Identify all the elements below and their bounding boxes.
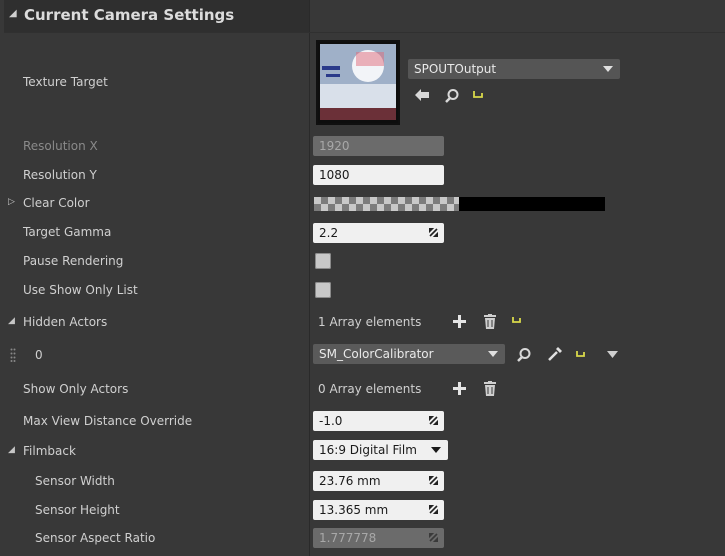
- show-only-actors-count: 0 Array elements: [318, 382, 422, 396]
- category-title: Current Camera Settings: [24, 6, 235, 24]
- trash-icon[interactable]: [483, 314, 497, 329]
- spin-arrows-icon[interactable]: [429, 228, 438, 237]
- use-selected-arrow-icon[interactable]: [414, 88, 430, 102]
- browse-search-icon[interactable]: [516, 347, 532, 363]
- sensor-height-value: 13.365 mm: [319, 503, 389, 517]
- show-only-actors-label: Show Only Actors: [23, 382, 129, 396]
- clear-color-alpha-swatch[interactable]: [314, 197, 459, 211]
- spin-arrows-icon[interactable]: [429, 505, 438, 514]
- reset-to-default-icon[interactable]: [511, 315, 521, 325]
- category-header[interactable]: ◢ Current Camera Settings: [4, 0, 309, 32]
- filmback-preset-value: 16:9 Digital Film: [319, 443, 417, 457]
- target-gamma-value: 2.2: [319, 226, 339, 240]
- hidden-actors-count: 1 Array elements: [318, 315, 422, 329]
- spin-arrows-icon[interactable]: [429, 476, 438, 485]
- chevron-down-icon: [603, 66, 613, 72]
- collapse-triangle-icon[interactable]: ◢: [9, 8, 17, 19]
- target-gamma-field[interactable]: 2.2: [313, 223, 444, 243]
- clear-color-label: Clear Color: [23, 196, 90, 210]
- texture-preview-art: [320, 44, 396, 120]
- max-view-distance-field[interactable]: -1.0: [313, 411, 444, 431]
- target-gamma-label: Target Gamma: [23, 225, 112, 239]
- column-divider[interactable]: [309, 0, 310, 556]
- sensor-height-label: Sensor Height: [35, 503, 120, 517]
- spin-arrows-icon: [429, 533, 438, 542]
- eyedropper-icon[interactable]: [547, 346, 563, 362]
- resolution-x-label: Resolution X: [23, 139, 98, 153]
- browse-search-icon[interactable]: [444, 88, 460, 104]
- array-index-label: 0: [35, 348, 43, 362]
- spin-arrows-icon[interactable]: [429, 416, 438, 425]
- chevron-down-icon: [488, 351, 498, 357]
- sensor-width-value: 23.76 mm: [319, 474, 381, 488]
- sensor-aspect-field: 1.777778: [313, 528, 444, 548]
- hidden-actors-label: Hidden Actors: [23, 315, 108, 329]
- sensor-height-field[interactable]: 13.365 mm: [313, 500, 444, 520]
- texture-thumbnail[interactable]: [316, 40, 400, 125]
- sensor-aspect-label: Sensor Aspect Ratio: [35, 531, 156, 545]
- add-element-icon[interactable]: [453, 315, 466, 328]
- resolution-y-value: 1080: [319, 168, 350, 182]
- element-options-chevron-icon[interactable]: [607, 351, 618, 358]
- max-view-distance-label: Max View Distance Override: [23, 414, 193, 428]
- sensor-width-label: Sensor Width: [35, 474, 115, 488]
- resolution-y-label: Resolution Y: [23, 168, 97, 182]
- pause-rendering-checkbox[interactable]: [315, 253, 331, 269]
- add-element-icon[interactable]: [453, 382, 466, 395]
- texture-target-label: Texture Target: [23, 75, 108, 89]
- texture-preview-image: [320, 44, 396, 120]
- collapse-triangle-icon[interactable]: ◢: [8, 445, 15, 455]
- resolution-y-field[interactable]: 1080: [313, 165, 444, 185]
- texture-target-combo[interactable]: SPOUTOutput: [408, 59, 620, 79]
- reset-to-default-icon[interactable]: [575, 349, 585, 359]
- max-view-distance-value: -1.0: [319, 414, 343, 428]
- collapse-triangle-icon[interactable]: ◢: [8, 316, 15, 326]
- details-panel: ◢ Current Camera Settings Texture Target…: [0, 0, 725, 556]
- hidden-actor-0-combo[interactable]: SM_ColorCalibrator: [313, 344, 505, 364]
- expand-triangle-icon[interactable]: ▷: [8, 197, 15, 207]
- sensor-aspect-value: 1.777778: [319, 531, 377, 545]
- filmback-preset-combo[interactable]: 16:9 Digital Film: [313, 440, 448, 460]
- use-show-only-list-label: Use Show Only List: [23, 283, 138, 297]
- hidden-actor-0-value: SM_ColorCalibrator: [319, 347, 434, 361]
- resolution-x-field: 1920: [313, 136, 444, 156]
- sensor-width-field[interactable]: 23.76 mm: [313, 471, 444, 491]
- resolution-x-value: 1920: [319, 139, 350, 153]
- reset-to-default-icon[interactable]: [472, 89, 484, 101]
- clear-color-swatch[interactable]: [459, 197, 605, 211]
- filmback-label: Filmback: [23, 444, 76, 458]
- trash-icon[interactable]: [483, 381, 497, 396]
- texture-target-value: SPOUTOutput: [414, 62, 497, 76]
- use-show-only-list-checkbox[interactable]: [315, 282, 331, 298]
- drag-handle-icon[interactable]: [10, 348, 16, 362]
- header-divider: [4, 32, 725, 33]
- pause-rendering-label: Pause Rendering: [23, 254, 124, 268]
- chevron-down-icon: [431, 447, 441, 453]
